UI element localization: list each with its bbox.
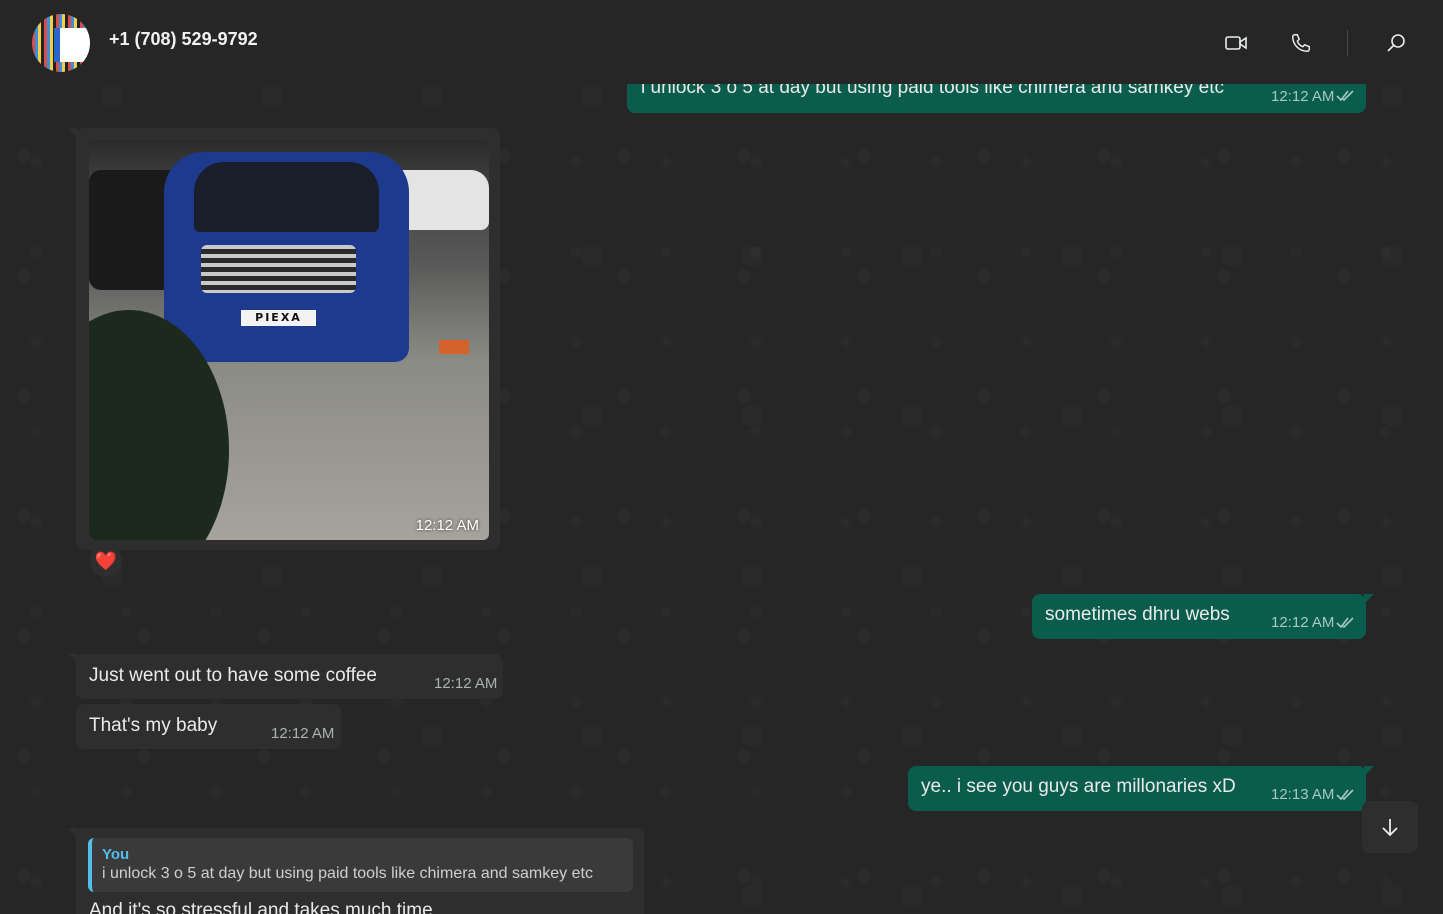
message-time: 12:12 AM (1271, 614, 1335, 631)
bubble-tail (1364, 766, 1374, 776)
message-incoming[interactable]: That's my baby 12:12 AM (76, 704, 341, 749)
message-text: sometimes dhru webs (1045, 604, 1230, 625)
message-time: 12:12 AM (415, 517, 479, 534)
bubble-tail (68, 828, 78, 838)
message-text: And it's so stressful and takes much tim… (89, 900, 433, 914)
message-incoming-reply[interactable]: You i unlock 3 o 5 at day but using paid… (68, 828, 644, 914)
scroll-to-bottom-button[interactable] (1362, 801, 1418, 853)
bubble-tail (68, 128, 78, 138)
read-ticks-icon (1336, 789, 1354, 801)
bubble-tail (68, 654, 78, 664)
message-text: Just went out to have some coffee (89, 665, 377, 686)
read-ticks-icon (1336, 617, 1354, 629)
voice-call-icon[interactable] (1288, 30, 1314, 56)
license-plate: PIEXA (241, 310, 316, 326)
chat-header: +1 (708) 529-9792 (0, 0, 1443, 84)
message-text: That's my baby (89, 715, 218, 736)
quoted-message[interactable]: You i unlock 3 o 5 at day but using paid… (88, 838, 633, 892)
message-time: 12:12 AM (1271, 88, 1335, 105)
heart-reaction-icon[interactable]: ❤️ (90, 545, 122, 577)
car-photo[interactable]: PIEXA 12:12 AM (89, 140, 489, 540)
message-outgoing[interactable]: sometimes dhru webs 12:12 AM (1032, 594, 1374, 639)
message-time: 12:12 AM (434, 675, 498, 692)
header-divider (1347, 30, 1348, 56)
message-outgoing[interactable]: ye.. i see you guys are millonaries xD 1… (908, 766, 1374, 811)
search-icon[interactable] (1383, 30, 1409, 56)
contact-name[interactable]: +1 (708) 529-9792 (109, 29, 258, 50)
message-incoming-image[interactable]: PIEXA 12:12 AM (68, 128, 500, 550)
message-time: 12:13 AM (1271, 786, 1335, 803)
message-incoming[interactable]: Just went out to have some coffee 12:12 … (68, 654, 503, 699)
avatar[interactable] (32, 14, 90, 72)
message-time: 12:12 AM (271, 725, 335, 742)
chat-window: +1 (708) 529-9792 i unlock 3 o 5 at day … (0, 0, 1443, 914)
video-call-icon[interactable] (1223, 30, 1249, 56)
arrow-down-icon (1382, 819, 1398, 837)
quote-author: You (102, 846, 130, 863)
message-text: ye.. i see you guys are millonaries xD (921, 776, 1236, 797)
read-ticks-icon (1336, 90, 1354, 102)
quote-text: i unlock 3 o 5 at day but using paid too… (102, 865, 593, 882)
bubble-tail (1364, 594, 1374, 604)
